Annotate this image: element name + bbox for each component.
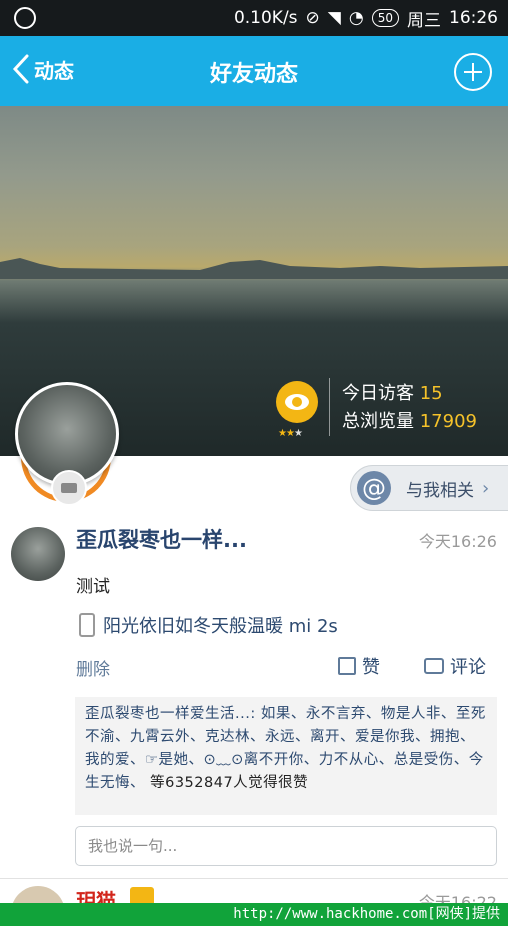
like-label: 赞 [362,657,380,678]
total-views-label: 总浏览量 [342,411,414,432]
nav-bar: 动态 好友动态 [0,36,508,106]
about-me-button[interactable]: @ 与我相关 › [350,465,508,511]
battery-level: 50 [371,9,399,27]
rating-stars: ★★★ [278,428,303,439]
visit-stats: 今日访客 15 总浏览量 17909 [342,380,477,436]
wifi-icon: ◥ [327,8,341,28]
page-title: 好友动态 [209,62,298,87]
clock: 16:26 [449,8,498,28]
delete-button[interactable]: 删除 [76,655,110,680]
visitors-today-count: 15 [419,383,443,404]
reply-input[interactable]: 我也说一句... [75,826,497,866]
visitors-today-label: 今日访客 [342,383,414,404]
cover-hills [0,258,508,279]
phone-icon [79,613,95,637]
post-author-name[interactable]: 歪瓜裂枣也一样... [76,524,247,554]
about-me-label: 与我相关 [406,480,474,501]
comment-label: 评论 [450,657,486,678]
comment-button[interactable]: 评论 [424,653,486,679]
add-button[interactable] [454,53,492,91]
mute-icon: ⊘ [305,8,320,28]
visitors-eye-icon[interactable] [276,381,318,423]
visitors-today-row: 今日访客 15 [342,380,477,408]
watermark: http://www.hackhome.com[网侠]提供 [0,903,508,926]
total-views-row: 总浏览量 17909 [342,408,477,436]
network-speed: 0.10K/s [233,8,298,28]
post-separator [0,878,508,879]
level-badge-icon[interactable] [51,470,87,506]
likes-count: 等6352847人觉得很赞 [150,775,309,791]
app-notification-icon [14,7,36,29]
post-time: 今天16:26 [418,532,497,551]
device-label: 阳光依旧如冬天般温暖 mi 2s [103,616,338,637]
comment-icon [424,658,444,674]
total-views-count: 17909 [419,411,477,432]
signal-icon: ◔ [348,8,364,28]
post-text: 测试 [76,577,110,597]
thumbs-up-icon [338,657,356,675]
weekday: 周三 [407,10,441,31]
like-button[interactable]: 赞 [338,653,380,679]
post-device: 阳光依旧如冬天般温暖 mi 2s [79,612,338,638]
post-avatar[interactable] [11,527,65,581]
likes-list[interactable]: 歪瓜裂枣也一样爱生活...: 如果、永不言弃、物是人非、至死不渝、九霄云外、克达… [75,697,497,815]
chevron-right-icon: › [482,477,490,499]
status-bar: 0.10K/s ⊘ ◥ ◔ 50 周三 16:26 [0,0,508,36]
at-icon: @ [357,471,391,505]
stats-divider [329,378,330,436]
